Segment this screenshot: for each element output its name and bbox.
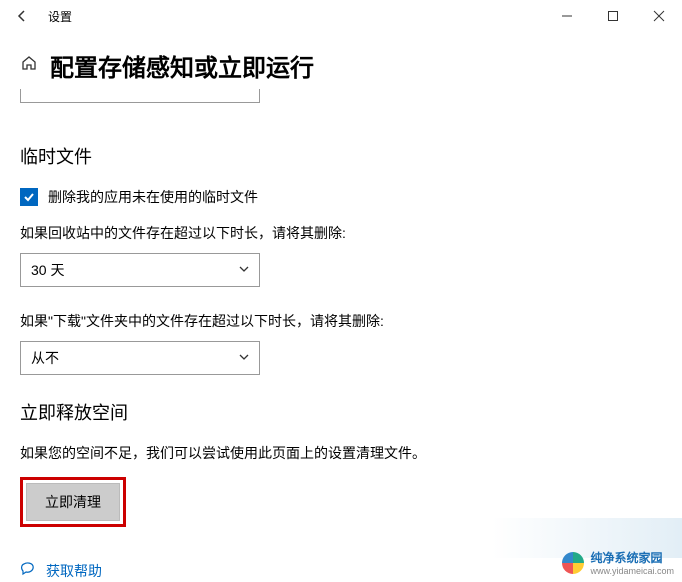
watermark-url: www.yidameicai.com — [590, 566, 674, 576]
recycle-bin-value: 30 天 — [31, 260, 64, 280]
content-area: 配置存储感知或立即运行 临时文件 删除我的应用未在使用的临时文件 如果回收站中的… — [0, 48, 682, 581]
watermark-icon — [562, 552, 584, 574]
page-title: 配置存储感知或立即运行 — [50, 48, 314, 83]
page-header: 配置存储感知或立即运行 — [20, 48, 662, 83]
delete-temp-files-row: 删除我的应用未在使用的临时文件 — [20, 187, 662, 207]
watermark: 纯净系统家园 www.yidameicai.com — [562, 549, 674, 576]
home-icon[interactable] — [20, 54, 38, 77]
recycle-bin-dropdown[interactable]: 30 天 — [20, 253, 260, 287]
downloads-value: 从不 — [31, 348, 59, 368]
downloads-dropdown[interactable]: 从不 — [20, 341, 260, 375]
delete-temp-files-label: 删除我的应用未在使用的临时文件 — [48, 187, 258, 207]
truncated-dropdown[interactable] — [20, 89, 260, 103]
window-controls — [544, 0, 682, 32]
temp-files-heading: 临时文件 — [20, 143, 662, 169]
chevron-down-icon — [239, 264, 249, 277]
get-help-link[interactable]: 获取帮助 — [46, 561, 102, 581]
chevron-down-icon — [239, 352, 249, 365]
clean-now-highlight: 立即清理 — [20, 477, 126, 527]
titlebar: 设置 — [0, 0, 682, 32]
minimize-button[interactable] — [544, 0, 590, 32]
help-icon — [20, 562, 36, 581]
clean-now-button[interactable]: 立即清理 — [26, 483, 120, 521]
downloads-desc: 如果"下载"文件夹中的文件存在超过以下时长，请将其删除: — [20, 311, 662, 331]
recycle-bin-desc: 如果回收站中的文件存在超过以下时长，请将其删除: — [20, 223, 662, 243]
watermark-name: 纯净系统家园 — [590, 551, 662, 565]
delete-temp-files-checkbox[interactable] — [20, 188, 38, 206]
maximize-button[interactable] — [590, 0, 636, 32]
back-button[interactable] — [8, 2, 36, 30]
close-button[interactable] — [636, 0, 682, 32]
free-space-heading: 立即释放空间 — [20, 399, 662, 425]
window-title: 设置 — [48, 8, 72, 25]
free-space-desc: 如果您的空间不足，我们可以尝试使用此页面上的设置清理文件。 — [20, 443, 662, 463]
